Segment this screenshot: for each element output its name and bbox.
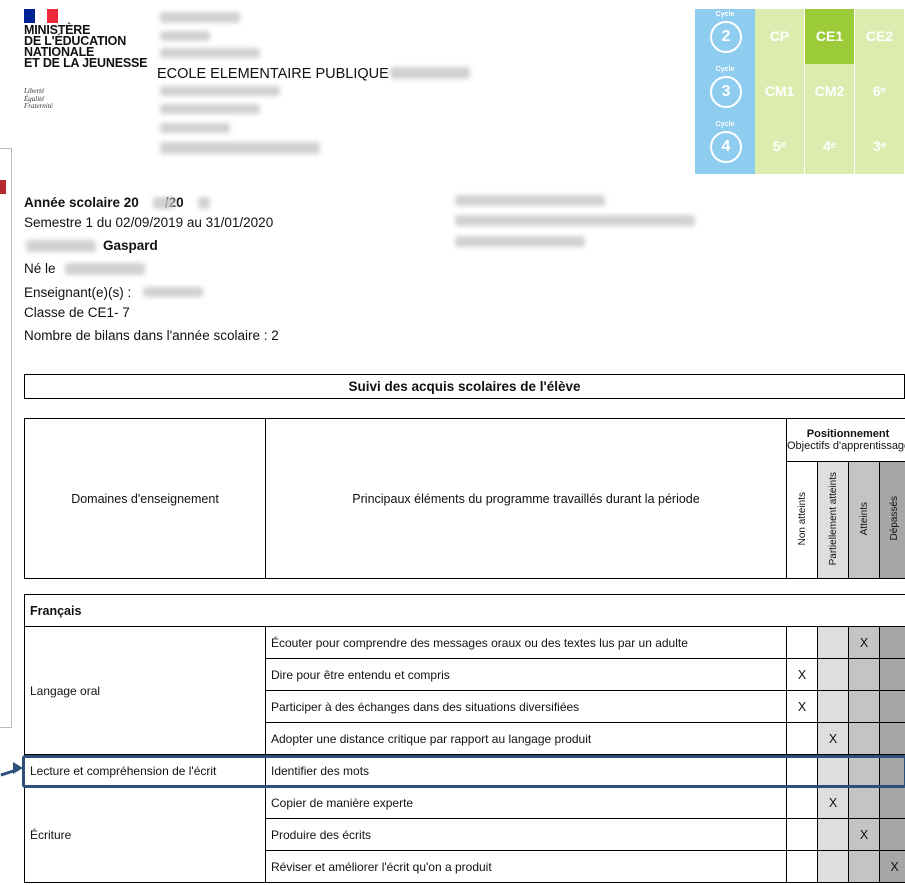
mark-cell bbox=[817, 658, 849, 691]
mark-cell bbox=[817, 850, 849, 883]
header-level-partiellement: Partiellement atteints bbox=[817, 461, 849, 579]
header-level-depasses: Dépassés bbox=[878, 461, 905, 579]
element-row: Réviser et améliorer l'écrit qu'on a pro… bbox=[265, 850, 787, 883]
arrow-head-icon bbox=[13, 762, 23, 774]
mark-cell: X bbox=[786, 690, 818, 723]
cycle-2-cell: Cycle 2 bbox=[695, 9, 755, 64]
mark-cell: X bbox=[848, 626, 880, 659]
mark-cell bbox=[817, 626, 849, 659]
side-panel-edge bbox=[0, 148, 12, 728]
table-title: Suivi des acquis scolaires de l'élève bbox=[24, 374, 905, 399]
header-domains: Domaines d'enseignement bbox=[24, 418, 266, 579]
mark-cell bbox=[848, 658, 880, 691]
semester-period: Semestre 1 du 02/09/2019 au 31/01/2020 bbox=[24, 215, 274, 230]
header-level-atteints: Atteints bbox=[848, 461, 880, 579]
mark-cell bbox=[786, 850, 818, 883]
cycle-level-grid: Cycle 2 CP CE1 CE2 Cycle 3 CM1 CM2 6ᵉ Cy… bbox=[695, 9, 905, 174]
mark-cell: X bbox=[817, 722, 849, 755]
element-row: Dire pour être entendu et compris bbox=[265, 658, 787, 691]
level-cp: CP bbox=[755, 9, 804, 64]
teacher-label: Enseignant(e)(s) : bbox=[24, 285, 132, 300]
ministry-logo-text: MINISTÈRE DE L'ÉDUCATION NATIONALE ET DE… bbox=[24, 23, 148, 70]
level-ce1-active: CE1 bbox=[805, 9, 854, 64]
level-3e: 3ᵉ bbox=[855, 119, 904, 174]
header-elements: Principaux éléments du programme travail… bbox=[265, 418, 787, 579]
mark-cell bbox=[786, 786, 818, 819]
mark-cell bbox=[786, 818, 818, 851]
mark-cell bbox=[878, 626, 905, 659]
republic-motto: Liberté Égalité Fraternité bbox=[24, 87, 53, 110]
level-5e: 5ᵉ bbox=[755, 119, 804, 174]
domain-ecriture: Écriture bbox=[24, 786, 266, 883]
mark-cell bbox=[848, 690, 880, 723]
mark-cell: X bbox=[786, 658, 818, 691]
mark-cell bbox=[878, 690, 905, 723]
bilans-count: Nombre de bilans dans l'année scolaire :… bbox=[24, 328, 279, 343]
student-first-name: Gaspard bbox=[103, 238, 158, 253]
birth-date-label: Né le bbox=[24, 261, 56, 276]
mark-cell bbox=[848, 722, 880, 755]
domain-langage-oral: Langage oral bbox=[24, 626, 266, 755]
mark-cell bbox=[848, 850, 880, 883]
class-label: Classe de CE1- 7 bbox=[24, 305, 130, 320]
school-name: ECOLE ELEMENTAIRE PUBLIQUE bbox=[157, 66, 389, 82]
element-row: Écouter pour comprendre des messages ora… bbox=[265, 626, 787, 659]
header-level-non-atteints: Non atteints bbox=[786, 461, 818, 579]
highlight-box bbox=[22, 755, 905, 788]
mark-cell: X bbox=[848, 818, 880, 851]
mark-cell bbox=[878, 818, 905, 851]
mark-cell bbox=[878, 658, 905, 691]
mark-cell bbox=[817, 690, 849, 723]
level-4e: 4ᵉ bbox=[805, 119, 854, 174]
mark-cell bbox=[878, 722, 905, 755]
level-ce2: CE2 bbox=[855, 9, 904, 64]
mark-cell: X bbox=[817, 786, 849, 819]
mark-cell bbox=[848, 786, 880, 819]
mark-cell: X bbox=[878, 850, 905, 883]
element-row: Participer à des échanges dans des situa… bbox=[265, 690, 787, 723]
mark-cell bbox=[878, 786, 905, 819]
mark-cell bbox=[817, 818, 849, 851]
header-positioning: Positionnement Objectifs d'apprentissage bbox=[785, 418, 905, 462]
cycle-3-cell: Cycle 3 bbox=[695, 64, 755, 119]
element-row: Copier de manière experte bbox=[265, 786, 787, 819]
level-cm2: CM2 bbox=[805, 64, 854, 119]
subject-francais: Français bbox=[23, 594, 905, 627]
side-panel-marker bbox=[0, 180, 6, 194]
assessment-body-table: Français Langage oral Écouter pour compr… bbox=[23, 594, 905, 883]
assessment-header-table: Domaines d'enseignement Principaux éléme… bbox=[24, 418, 905, 579]
level-cm1: CM1 bbox=[755, 64, 804, 119]
mark-cell bbox=[786, 722, 818, 755]
element-row: Produire des écrits bbox=[265, 818, 787, 851]
level-6e: 6ᵉ bbox=[855, 64, 904, 119]
mark-cell bbox=[786, 626, 818, 659]
cycle-4-cell: Cycle 4 bbox=[695, 119, 755, 174]
republic-flag-logo bbox=[24, 9, 58, 23]
element-row: Adopter une distance critique par rappor… bbox=[265, 722, 787, 755]
